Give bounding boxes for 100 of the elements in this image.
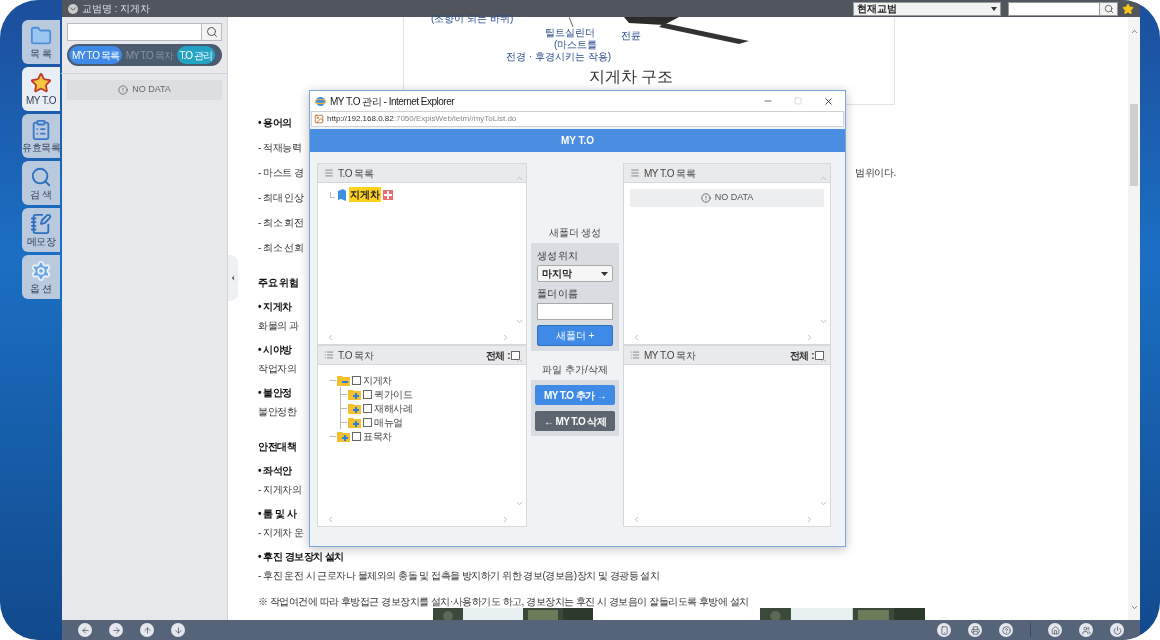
search-icon — [1103, 3, 1114, 14]
empty-text: NO DATA — [714, 191, 754, 205]
sidebar-nav-item[interactable]: 검 색 — [22, 161, 60, 205]
close-icon[interactable] — [823, 95, 834, 107]
field-label: 폴더 이름 — [537, 287, 579, 301]
scroll-up-icon[interactable] — [819, 356, 828, 365]
folder-icon — [30, 25, 52, 47]
users-icon — [1081, 625, 1091, 635]
search-field[interactable] — [1008, 1, 1118, 16]
arrow-right-icon — [111, 625, 121, 635]
help-button[interactable] — [999, 623, 1013, 637]
folder-expand-icon[interactable] — [337, 429, 351, 443]
diagram-label: 전륜 — [621, 30, 641, 42]
checkbox[interactable] — [363, 417, 372, 427]
panel-title: MY T.O 목록 — [644, 166, 696, 181]
select-all-label: 전체 : — [485, 348, 510, 363]
collapse-handle[interactable] — [228, 255, 238, 301]
document-text: - 후진 운전 시 근로자나 물체와의 충돌 및 접촉을 방지하기 위한 경보(경보음)장치 및 경광등 설치 — [258, 570, 660, 582]
position-select[interactable]: 마지막 — [537, 265, 613, 282]
search-field[interactable] — [67, 23, 222, 41]
tree-item[interactable]: 퀵가이드 — [374, 386, 412, 402]
notepad-icon — [30, 213, 52, 235]
alert-icon — [118, 85, 129, 95]
home-button[interactable] — [1048, 623, 1062, 637]
checkbox[interactable] — [352, 431, 361, 441]
add-button[interactable] — [383, 189, 393, 200]
section-label: 파일 추가/삭제 — [541, 363, 609, 377]
folder-expand-icon[interactable] — [348, 415, 362, 429]
book-icon — [337, 188, 347, 201]
select-all-checkbox[interactable] — [815, 350, 824, 360]
sidebar-nav-item[interactable]: 목 록 — [22, 20, 60, 64]
previous-button[interactable] — [78, 623, 92, 637]
document-text: - 적재능력 — [258, 142, 302, 154]
document-text: • 용어의 — [258, 117, 292, 129]
address-bar[interactable]: http://192.168.0.82:7050/ExpisWeb/ietm//myToList.do — [311, 111, 844, 127]
add-to-my-to-button[interactable]: MY T.O 추가 → — [535, 385, 615, 405]
document-text: - 지게차 운 — [258, 527, 304, 539]
alert-icon — [700, 193, 711, 203]
scrollbar[interactable] — [1128, 17, 1140, 620]
folder-collapse-icon[interactable] — [337, 373, 351, 387]
document-text: • 좌석안 — [258, 465, 292, 477]
tree-item[interactable]: 지게차 — [349, 187, 381, 202]
tree-item[interactable]: 표목차 — [363, 428, 392, 444]
collapse-icon — [229, 274, 237, 282]
document-text: 화물의 과 — [258, 320, 299, 332]
printer-icon — [970, 625, 980, 635]
document-text: 불안정한 — [258, 406, 296, 418]
sidebar-nav-item[interactable]: 메모장 — [22, 208, 60, 252]
star-folder-icon — [30, 72, 52, 94]
diagram-label: 전경 · 후경시키는 작용) — [506, 51, 611, 63]
checkbox[interactable] — [363, 403, 372, 413]
folder-expand-icon[interactable] — [348, 401, 362, 415]
search-button[interactable] — [201, 24, 221, 40]
diagram-label: 틸트실린더 — [545, 27, 595, 39]
scroll-down-icon[interactable] — [1129, 603, 1139, 612]
down-button[interactable] — [171, 623, 185, 637]
delete-from-my-to-button[interactable]: ← MY T.O 삭제 — [535, 411, 615, 431]
favorite-star-icon[interactable] — [1122, 2, 1134, 15]
document-text: - 최소 선회 — [258, 242, 304, 254]
power-button[interactable] — [1110, 623, 1124, 637]
settings-icon — [30, 260, 52, 282]
home-icon — [1050, 625, 1060, 635]
users-button[interactable] — [1079, 623, 1093, 637]
scrollbar-thumb[interactable] — [1130, 104, 1138, 186]
search-icon — [30, 166, 52, 188]
checkbox[interactable] — [352, 375, 361, 385]
select-all-checkbox[interactable] — [511, 350, 520, 360]
print-button[interactable] — [968, 623, 982, 637]
document-text: - 지게차의 — [258, 484, 302, 496]
plus-icon — [384, 190, 392, 199]
menu-icon — [630, 168, 640, 178]
manual-select[interactable]: 현재교범 — [853, 1, 1001, 16]
folder-name-field[interactable] — [537, 303, 613, 320]
tree-item[interactable]: 재해사례 — [374, 400, 412, 416]
device-button[interactable] — [937, 623, 951, 637]
next-button[interactable] — [109, 623, 123, 637]
dropdown-icon[interactable] — [68, 3, 78, 14]
power-icon — [1112, 625, 1122, 635]
sidebar-nav-item[interactable]: 유효목록 — [22, 114, 60, 158]
sidebar-tab[interactable]: MY T.O 목록 — [69, 46, 122, 64]
up-button[interactable] — [140, 623, 154, 637]
section-label: 새폴더 생성 — [547, 226, 603, 240]
document-text: • 후진 경보장치 설치 — [258, 551, 344, 563]
folder-expand-icon[interactable] — [348, 387, 362, 401]
tree-item[interactable]: 매뉴얼 — [374, 414, 403, 430]
new-folder-button[interactable]: 새폴더 + — [537, 325, 613, 346]
scroll-up-icon[interactable] — [1129, 27, 1139, 36]
list-icon — [630, 350, 640, 360]
dialog-title: MY T.O — [560, 134, 595, 148]
scroll-up-icon[interactable] — [515, 356, 524, 365]
document-text: - 마스트 경 — [258, 167, 304, 179]
sidebar-nav-item[interactable]: 옵 션 — [22, 255, 60, 299]
document-text: • 룸 및 사 — [258, 508, 297, 520]
tree-item[interactable]: 지게차 — [363, 372, 392, 388]
arrow-left-icon — [80, 625, 90, 635]
search-button[interactable] — [1099, 2, 1117, 15]
panel-title: T.O 목록 — [338, 166, 374, 181]
document-text: 범위이다. — [855, 167, 896, 179]
checkbox[interactable] — [363, 389, 372, 399]
sidebar-nav-item[interactable]: MY T.O — [22, 67, 60, 111]
